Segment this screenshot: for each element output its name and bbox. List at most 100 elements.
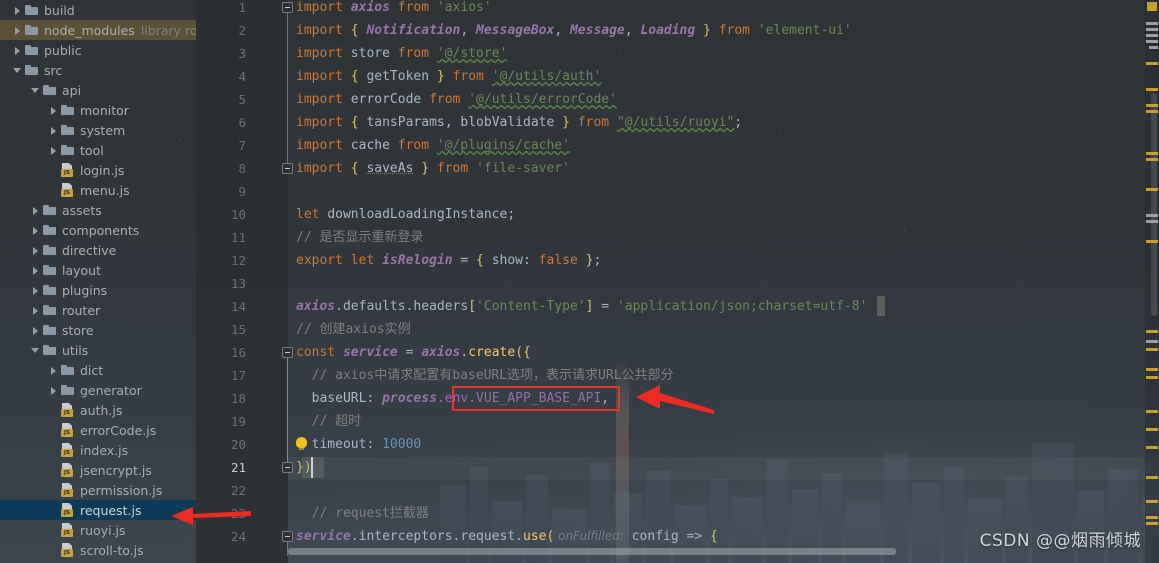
code-line-10[interactable]: let downloadLoadingInstance;: [296, 203, 515, 226]
code-fold-toggle-line-1[interactable]: [282, 2, 293, 13]
line-number-16[interactable]: 16: [212, 341, 246, 364]
tree-item-api[interactable]: api: [0, 80, 196, 100]
tree-item-plugins[interactable]: plugins: [0, 280, 196, 300]
line-number-11[interactable]: 11: [212, 226, 246, 249]
code-line-20[interactable]: timeout: 10000: [296, 433, 422, 456]
tree-item-menu-js[interactable]: menu.js: [0, 180, 196, 200]
code-fold-toggle-line-21[interactable]: [282, 462, 293, 473]
code-line-24[interactable]: service.interceptors.request.use( onFulf…: [296, 525, 718, 548]
intention-bulb-icon[interactable]: [296, 437, 307, 450]
line-number-1[interactable]: 1: [212, 0, 246, 19]
editor-line-number-gutter[interactable]: 1 2 3 4 5 6 7 8 9 10 11 12 13 14 15 16 17 18 19 20 21 22 23 24: [196, 0, 293, 563]
line-number-18[interactable]: 18: [212, 387, 246, 410]
line-number-21[interactable]: 21: [212, 456, 246, 479]
code-line-7[interactable]: import cache from '@/plugins/cache': [296, 134, 570, 157]
chevron-right-icon[interactable]: [30, 225, 41, 236]
horizontal-scrollbar-thumb[interactable]: [288, 548, 896, 555]
code-editor-area[interactable]: import axios from 'axios' import { Notifi…: [288, 0, 1159, 563]
chevron-right-icon[interactable]: [30, 205, 41, 216]
code-line-8[interactable]: import { saveAs } from 'file-saver': [296, 157, 570, 180]
line-number-2[interactable]: 2: [212, 19, 246, 42]
line-number-4[interactable]: 4: [212, 65, 246, 88]
code-line-11[interactable]: // 是否显示重新登录: [296, 226, 423, 249]
tree-item-dict[interactable]: dict: [0, 360, 196, 380]
tree-item-router[interactable]: router: [0, 300, 196, 320]
tree-item-monitor[interactable]: monitor: [0, 100, 196, 120]
code-line-16[interactable]: const service = axios.create({: [296, 341, 531, 364]
tree-item-assets[interactable]: assets: [0, 200, 196, 220]
chevron-right-icon[interactable]: [30, 245, 41, 256]
chevron-down-icon[interactable]: [12, 65, 23, 76]
chevron-right-icon[interactable]: [12, 45, 23, 56]
code-line-4[interactable]: import { getToken } from '@/utils/auth': [296, 65, 601, 88]
tree-item-src[interactable]: src: [0, 60, 196, 80]
tree-item-scroll-to-js[interactable]: scroll-to.js: [0, 540, 196, 560]
code-fold-toggle-line-16[interactable]: [282, 347, 293, 358]
tree-item-directive[interactable]: directive: [0, 240, 196, 260]
code-line-1[interactable]: import axios from 'axios': [296, 0, 492, 19]
tree-item-ruoyi-js[interactable]: ruoyi.js: [0, 520, 196, 540]
project-tree-panel[interactable]: build node_modules library root public src ap…: [0, 0, 196, 563]
chevron-right-icon[interactable]: [48, 105, 59, 116]
line-number-12[interactable]: 12: [212, 249, 246, 272]
line-number-13[interactable]: 13: [212, 272, 246, 295]
code-line-2[interactable]: import { Notification, MessageBox, Messa…: [296, 19, 852, 42]
chevron-right-icon[interactable]: [48, 385, 59, 396]
code-line-23[interactable]: // request拦截器: [296, 502, 429, 525]
code-line-3[interactable]: import store from '@/store': [296, 42, 507, 65]
line-number-24[interactable]: 24: [212, 525, 246, 548]
chevron-right-icon[interactable]: [12, 5, 23, 16]
chevron-right-icon[interactable]: [30, 325, 41, 336]
line-number-20[interactable]: 20: [212, 433, 246, 456]
code-line-5[interactable]: import errorCode from '@/utils/errorCode…: [296, 88, 617, 111]
tree-item-login-js[interactable]: login.js: [0, 160, 196, 180]
chevron-right-icon[interactable]: [30, 285, 41, 296]
tree-item-public[interactable]: public: [0, 40, 196, 60]
tree-item-index-js[interactable]: index.js: [0, 440, 196, 460]
line-number-23[interactable]: 23: [212, 502, 246, 525]
tree-item-store[interactable]: store: [0, 320, 196, 340]
line-number-7[interactable]: 7: [212, 134, 246, 157]
code-line-17[interactable]: // axios中请求配置有baseURL选项，表示请求URL公共部分: [296, 364, 674, 387]
line-number-3[interactable]: 3: [212, 42, 246, 65]
chevron-right-icon[interactable]: [30, 265, 41, 276]
line-number-9[interactable]: 9: [212, 180, 246, 203]
code-line-15[interactable]: // 创建axios实例: [296, 318, 411, 341]
line-number-15[interactable]: 15: [212, 318, 246, 341]
tree-item-utils[interactable]: utils: [0, 340, 196, 360]
tree-item-layout[interactable]: layout: [0, 260, 196, 280]
line-number-5[interactable]: 5: [212, 88, 246, 111]
line-number-17[interactable]: 17: [212, 364, 246, 387]
chevron-right-icon[interactable]: [48, 365, 59, 376]
tree-item-errorcode-js[interactable]: errorCode.js: [0, 420, 196, 440]
line-number-10[interactable]: 10: [212, 203, 246, 226]
line-number-22[interactable]: 22: [212, 479, 246, 502]
code-fold-toggle-line-8[interactable]: [282, 163, 293, 174]
line-number-8[interactable]: 8: [212, 157, 246, 180]
line-number-19[interactable]: 19: [212, 410, 246, 433]
tree-item-jsencrypt-js[interactable]: jsencrypt.js: [0, 460, 196, 480]
code-line-19[interactable]: // 超时: [296, 410, 362, 433]
tree-item-auth-js[interactable]: auth.js: [0, 400, 196, 420]
tree-item-tool[interactable]: tool: [0, 140, 196, 160]
tree-item-generator[interactable]: generator: [0, 380, 196, 400]
tree-item-node-modules[interactable]: node_modules library root: [0, 20, 196, 40]
code-line-12[interactable]: export let isRelogin = { show: false };: [296, 249, 601, 272]
chevron-right-icon[interactable]: [48, 125, 59, 136]
tree-item-components[interactable]: components: [0, 220, 196, 240]
code-line-6[interactable]: import { tansParams, blobValidate } from…: [296, 111, 742, 134]
chevron-right-icon[interactable]: [12, 25, 23, 36]
tree-item-request-js[interactable]: request.js: [0, 500, 196, 520]
tree-item-build[interactable]: build: [0, 0, 196, 20]
line-number-14[interactable]: 14: [212, 295, 246, 318]
chevron-down-icon[interactable]: [30, 345, 41, 356]
error-stripe-status-icon[interactable]: [1147, 2, 1157, 11]
code-line-14[interactable]: axios.defaults.headers['Content-Type'] =…: [296, 295, 867, 318]
tree-item-permission-js[interactable]: permission.js: [0, 480, 196, 500]
tree-item-system[interactable]: system: [0, 120, 196, 140]
chevron-right-icon[interactable]: [48, 145, 59, 156]
line-number-6[interactable]: 6: [212, 111, 246, 134]
code-fold-toggle-line-24[interactable]: [282, 531, 293, 542]
chevron-down-icon[interactable]: [30, 85, 41, 96]
chevron-right-icon[interactable]: [30, 305, 41, 316]
